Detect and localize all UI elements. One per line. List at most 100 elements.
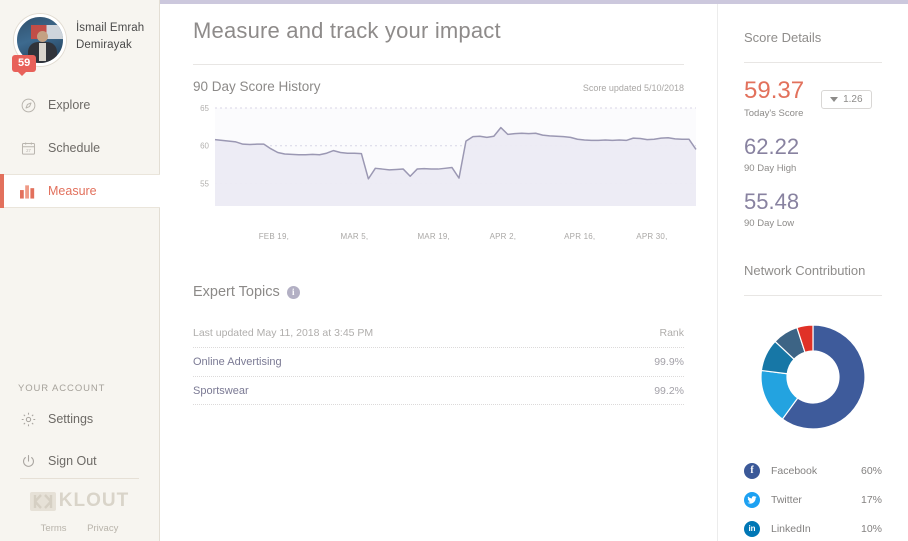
sidebar-divider [20, 478, 139, 479]
avatar-wrap: 59 [12, 14, 66, 77]
profile-name-line2: Demirayak [76, 38, 132, 51]
sidebar: 59 İsmail Emrah Demirayak Explore 27 Sch… [0, 0, 160, 541]
network-name: LinkedIn [771, 522, 811, 535]
todays-score-label: Today's Score [744, 108, 804, 119]
expert-topics-title: Expert Topics [193, 284, 280, 300]
x-axis-tick-label: APR 16, [564, 232, 596, 241]
privacy-link[interactable]: Privacy [87, 523, 118, 534]
expert-topic-link[interactable]: Sportswear [193, 385, 249, 397]
x-axis-tick-label: MAR 5, [340, 232, 369, 241]
expert-topics-header: Expert Topics i [185, 248, 692, 300]
network-name: Facebook [771, 464, 818, 477]
bar-chart-icon [20, 183, 42, 199]
list-item[interactable]: f Facebook 60% [744, 456, 882, 485]
power-icon [20, 453, 42, 470]
profile-name-line1: İsmail Emrah [76, 22, 145, 34]
svg-text:60: 60 [200, 142, 209, 151]
expert-topics-rank-header: Rank [659, 326, 684, 339]
score-history-title: 90 Day Score History [193, 79, 321, 94]
info-icon[interactable]: i [286, 285, 300, 299]
sidebar-item-sign-out[interactable]: Sign Out [0, 444, 160, 478]
score-updated-label: Score updated 5/10/2018 [582, 83, 684, 93]
network-contribution-divider [744, 295, 882, 296]
expert-topics-table-header: Last updated May 11, 2018 at 3:45 PM Ran… [193, 318, 684, 347]
table-row: Sportswear 99.2% [193, 376, 684, 405]
score-badge: 59 [12, 54, 37, 77]
x-axis-tick-label: FEB 19, [258, 232, 290, 241]
x-axis-tick-label: APR 2, [489, 232, 517, 241]
terms-link[interactable]: Terms [41, 523, 67, 534]
sidebar-item-measure-label: Measure [48, 184, 97, 198]
network-contribution-title: Network Contribution [744, 263, 866, 278]
expert-topic-rank: 99.2% [654, 384, 684, 397]
sidebar-item-settings[interactable]: Settings [0, 402, 160, 436]
page-title: Measure and track your impact [193, 18, 501, 43]
sidebar-item-schedule[interactable]: 27 Schedule [0, 131, 159, 165]
score-history-chart[interactable]: 55 60 65 [193, 102, 697, 232]
profile-block[interactable]: 59 İsmail Emrah Demirayak [0, 0, 159, 77]
compass-icon [20, 97, 42, 114]
todays-score-block: 59.37 Today's Score 1.26 [744, 79, 882, 119]
primary-nav: Explore 27 Schedule Measure [0, 88, 160, 208]
svg-text:27: 27 [26, 148, 31, 153]
facebook-icon: f [744, 462, 760, 479]
klout-glyph [29, 491, 56, 511]
svg-text:55: 55 [200, 179, 209, 188]
sidebar-item-measure[interactable]: Measure [0, 174, 160, 208]
profile-name: İsmail Emrah Demirayak [76, 14, 144, 53]
score-delta-value: 1.26 [843, 93, 863, 105]
linkedin-icon: in [744, 520, 760, 537]
sidebar-item-sign-out-label: Sign Out [48, 454, 97, 468]
ninety-day-low-value: 55.48 [744, 189, 800, 214]
x-axis-tick-label: APR 30, [636, 232, 668, 241]
score-history-x-axis: FEB 19, MAR 5, MAR 19, APR 2, APR 16, APR 30, [193, 232, 684, 248]
sidebar-item-explore-label: Explore [48, 98, 91, 112]
avatar-head [37, 31, 48, 42]
calendar-icon: 27 [20, 140, 42, 157]
score-history-chart-svg: 55 60 65 [200, 104, 697, 206]
ninety-day-low-label: 90 Day Low [744, 218, 795, 229]
ninety-day-high-label: 90 Day High [744, 163, 797, 174]
list-item[interactable]: Twitter 17% [744, 485, 882, 514]
ninety-day-high-value: 62.22 [744, 134, 800, 159]
score-delta-badge[interactable]: 1.26 [821, 89, 872, 109]
expert-topics-last-updated: Last updated May 11, 2018 at 3:45 PM [193, 326, 374, 339]
score-history-header: 90 Day Score History Score updated 5/10/… [185, 65, 692, 94]
svg-text:65: 65 [200, 104, 209, 113]
sidebar-item-settings-label: Settings [48, 412, 94, 426]
expert-topics-table: Last updated May 11, 2018 at 3:45 PM Ran… [193, 318, 684, 405]
expert-topic-link[interactable]: Online Advertising [193, 356, 282, 368]
legal-links: Terms Privacy [0, 523, 159, 534]
x-axis-tick-label: MAR 19, [417, 232, 450, 241]
todays-score-value: 59.37 [744, 77, 805, 104]
network-value: 60% [860, 464, 882, 477]
avatar-shirt [39, 43, 46, 61]
ninety-day-high-block: 62.22 90 Day High [744, 134, 882, 175]
klout-measure-page: 59 İsmail Emrah Demirayak Explore 27 Sch… [0, 0, 908, 541]
network-value: 10% [860, 522, 882, 535]
network-name: Twitter [771, 493, 802, 506]
account-nav: Settings Sign Out [0, 402, 160, 486]
score-details-divider [744, 62, 882, 63]
account-section-header: YOUR ACCOUNT [18, 383, 106, 394]
network-donut-chart[interactable] [744, 318, 882, 436]
list-item[interactable]: in LinkedIn 10% [744, 514, 882, 541]
todays-score-values: 59.37 Today's Score [744, 77, 805, 120]
table-row: Online Advertising 99.9% [193, 347, 684, 376]
twitter-icon [744, 491, 760, 508]
ninety-day-low-block: 55.48 90 Day Low [744, 189, 882, 230]
sidebar-item-explore[interactable]: Explore [0, 88, 159, 122]
triangle-down-icon [830, 96, 839, 102]
main-content: Measure and track your impact 90 Day Sco… [160, 4, 717, 541]
sidebar-item-schedule-label: Schedule [48, 141, 101, 155]
network-legend: f Facebook 60% Twitter 17% in LinkedIn 1… [744, 456, 882, 541]
klout-logo: KLOUT [0, 490, 159, 516]
right-panel: Score Details 59.37 Today's Score 1.26 6… [717, 4, 908, 541]
network-value: 17% [860, 493, 882, 506]
score-details-title: Score Details [744, 30, 822, 45]
network-donut-svg [760, 324, 866, 430]
expert-topic-rank: 99.9% [654, 356, 684, 368]
gear-icon [20, 411, 42, 428]
klout-wordmark: KLOUT [58, 490, 130, 511]
klout-logo-mark: KLOUT [29, 490, 130, 512]
